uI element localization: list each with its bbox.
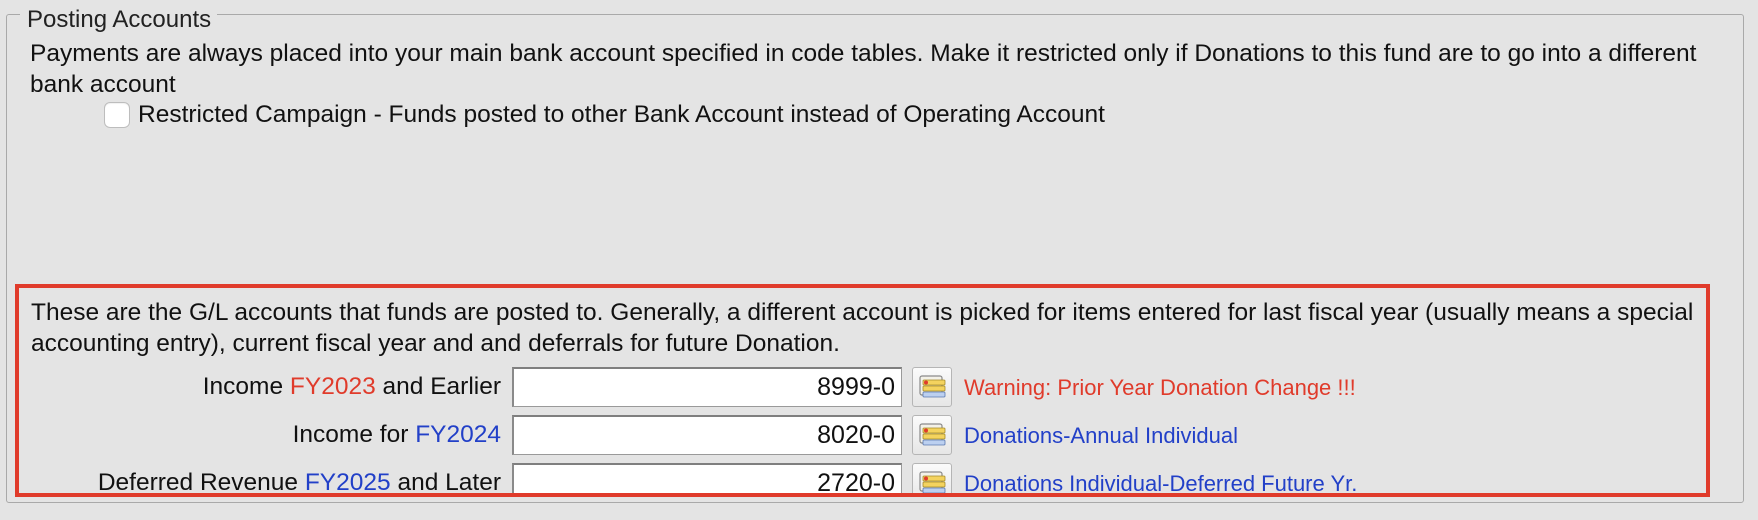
fiscal-year: FY2025: [304, 469, 391, 496]
account-row-prior-year: Income FY2023 and Earlier Warning: Prior…: [19, 366, 1706, 408]
account-row-label: Deferred Revenue FY2025 and Later: [97, 469, 501, 496]
account-lookup-button[interactable]: [912, 367, 952, 407]
account-row-label: Income for FY2024: [293, 421, 501, 449]
account-lookup-button[interactable]: [912, 415, 952, 455]
account-input-prior-year[interactable]: [512, 367, 902, 407]
group-title: Posting Accounts: [20, 6, 218, 34]
account-input-deferred[interactable]: [512, 463, 902, 493]
account-row-label: Income FY2023 and Earlier: [203, 373, 501, 401]
account-description: Donations Individual-Deferred Future Yr.: [964, 471, 1358, 496]
label-prefix: Income: [202, 373, 290, 400]
restricted-campaign-row[interactable]: Restricted Campaign - Funds posted to ot…: [104, 101, 1105, 129]
label-suffix: and Earlier: [375, 373, 502, 400]
account-description: Warning: Prior Year Donation Change !!!: [964, 375, 1356, 400]
gl-accounts-description: These are the G/L accounts that funds ar…: [31, 299, 1694, 356]
restricted-campaign-label[interactable]: Restricted Campaign - Funds posted to ot…: [138, 101, 1105, 129]
account-input-current-year[interactable]: [512, 415, 902, 455]
folder-list-icon: [919, 375, 946, 398]
label-prefix: Deferred Revenue: [97, 469, 305, 496]
label-prefix: Income for: [292, 421, 416, 448]
restricted-campaign-checkbox[interactable]: [104, 102, 130, 128]
account-description: Donations-Annual Individual: [964, 423, 1238, 448]
account-row-deferred: Deferred Revenue FY2025 and Later Donati…: [19, 462, 1706, 496]
fiscal-year: FY2024: [415, 421, 501, 448]
account-lookup-button[interactable]: [912, 463, 952, 493]
gl-accounts-highlight: These are the G/L accounts that funds ar…: [15, 284, 1710, 497]
account-row-current-year: Income for FY2024 Donations-Annual Indiv…: [19, 414, 1706, 456]
label-suffix: and Later: [390, 469, 501, 496]
folder-list-icon: [919, 423, 946, 446]
fiscal-year: FY2023: [289, 373, 376, 400]
folder-list-icon: [919, 471, 946, 493]
intro-text: Payments are always placed into your mai…: [30, 40, 1697, 98]
